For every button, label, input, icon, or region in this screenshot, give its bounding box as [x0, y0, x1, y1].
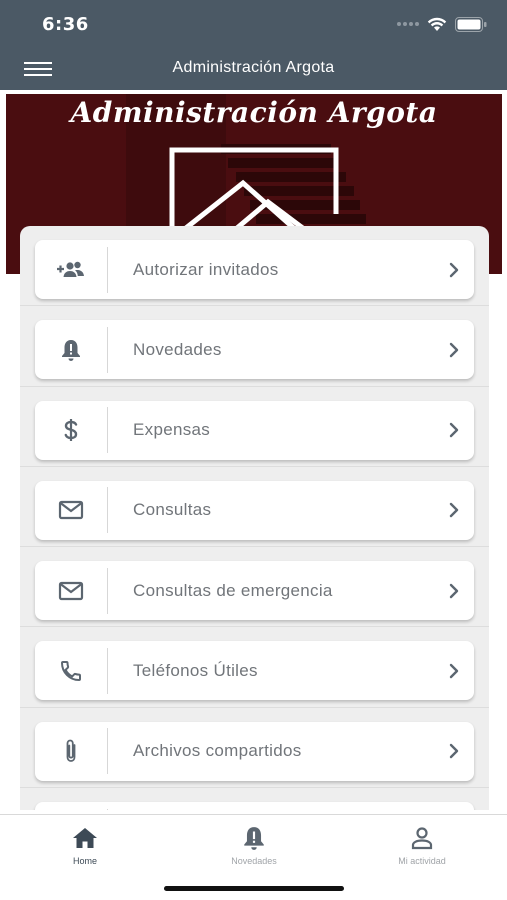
tab-home[interactable]: Home — [25, 825, 145, 866]
menu-item-label: Teléfonos Útiles — [133, 660, 258, 680]
list-item-partial — [20, 788, 489, 810]
menu-item-label: Archivos compartidos — [133, 741, 302, 761]
menu-item-consultas-de-emergencia[interactable]: Consultas de emergencia — [35, 561, 474, 621]
tab-novedades[interactable]: Novedades — [194, 825, 314, 866]
status-icons — [397, 14, 487, 34]
mail-icon — [58, 581, 84, 600]
wifi-icon — [427, 17, 447, 31]
mail-icon — [58, 501, 84, 520]
paperclip-icon — [66, 739, 76, 763]
menu-item-label: Consultas — [133, 500, 212, 520]
menu-panel: Autorizar invitados Novedades Expensas C… — [20, 226, 489, 810]
menu-item-label: Consultas de emergencia — [133, 580, 333, 600]
status-time: 6:36 — [42, 14, 89, 35]
menu-item-next[interactable] — [35, 802, 474, 810]
tab-label: Novedades — [231, 856, 277, 866]
list-item: Archivos compartidos — [20, 708, 489, 789]
nav-bar: Administración Argota — [0, 48, 507, 90]
tab-label: Home — [72, 856, 97, 866]
bell-alert-icon — [244, 827, 264, 850]
menu-item-autorizar-invitados[interactable]: Autorizar invitados — [35, 240, 474, 299]
tab-label: Mi actividad — [398, 856, 446, 866]
home-icon — [73, 828, 97, 848]
chevron-right-icon — [449, 503, 459, 518]
phone-icon — [60, 660, 81, 681]
chevron-right-icon — [449, 342, 459, 357]
status-bar: 6:36 — [0, 0, 507, 48]
list-item: Novedades — [20, 306, 489, 387]
menu-item-novedades[interactable]: Novedades — [35, 320, 474, 380]
dollar-icon — [64, 419, 78, 442]
nav-title: Administración Argota — [172, 59, 335, 76]
list-item: Consultas — [20, 467, 489, 548]
list-item: Consultas de emergencia — [20, 547, 489, 628]
bell-alert-icon — [62, 339, 80, 361]
chevron-right-icon — [449, 422, 459, 438]
banner-title: Administración Argota — [70, 96, 438, 129]
chevron-right-icon — [449, 744, 459, 759]
menu-item-label: Autorizar invitados — [133, 259, 279, 279]
battery-icon — [455, 16, 487, 32]
list-item: Teléfonos Útiles — [20, 627, 489, 708]
add-group-icon — [57, 261, 84, 277]
menu-item-telefonos-utiles[interactable]: Teléfonos Útiles — [35, 641, 474, 701]
chevron-right-icon — [449, 262, 459, 277]
menu-item-label: Expensas — [133, 420, 211, 440]
user-icon — [411, 827, 433, 850]
chevron-right-icon — [449, 663, 459, 679]
menu-list: Autorizar invitados Novedades Expensas C… — [20, 226, 489, 810]
menu-item-consultas[interactable]: Consultas — [35, 480, 474, 540]
menu-item-label: Novedades — [133, 339, 222, 359]
tab-mi-actividad[interactable]: Mi actividad — [362, 825, 482, 866]
chevron-right-icon — [449, 583, 459, 598]
home-indicator[interactable] — [164, 886, 344, 891]
menu-item-expensas[interactable]: Expensas — [35, 400, 474, 460]
signal-icon — [397, 22, 419, 26]
menu-item-archivos-compartidos[interactable]: Archivos compartidos — [35, 721, 474, 781]
list-item: Autorizar invitados — [20, 226, 489, 307]
list-item: Expensas — [20, 387, 489, 467]
